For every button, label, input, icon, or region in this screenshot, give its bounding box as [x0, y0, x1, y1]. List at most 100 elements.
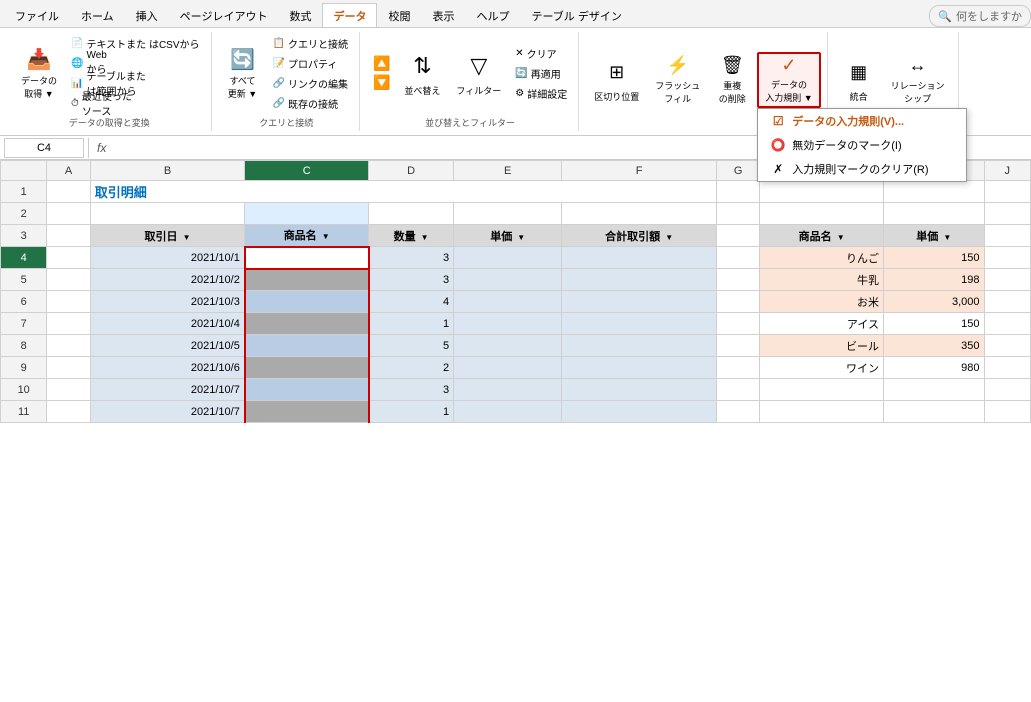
cell-I8[interactable]: 350 — [884, 335, 985, 357]
cell-G8[interactable] — [716, 335, 759, 357]
cell-I9[interactable]: 980 — [884, 357, 985, 379]
menu-item-clear-marks[interactable]: ✗ 入力規則マークのクリア(R) — [758, 157, 966, 181]
cell-G2[interactable] — [716, 203, 759, 225]
tab-data[interactable]: データ — [322, 3, 377, 27]
cell-D10[interactable]: 3 — [369, 379, 454, 401]
cell-E10[interactable] — [454, 379, 562, 401]
btn-recent-sources[interactable]: ⏱ 最近使ったソース — [66, 94, 205, 112]
cell-B2[interactable] — [90, 203, 245, 225]
tab-insert[interactable]: 挿入 — [125, 3, 169, 27]
cell-A10[interactable] — [47, 379, 90, 401]
cell-H11[interactable] — [760, 401, 884, 423]
cell-H4[interactable]: りんご — [760, 247, 884, 269]
cell-A9[interactable] — [47, 357, 90, 379]
cell-C11[interactable] — [245, 401, 369, 423]
cell-F4[interactable] — [562, 247, 717, 269]
tab-home[interactable]: ホーム — [70, 3, 125, 27]
btn-remove-duplicates[interactable]: 🗑 重複の削除 — [709, 52, 755, 108]
cell-C3[interactable]: 商品名 ▼ — [245, 225, 369, 247]
cell-D4[interactable]: 3 — [369, 247, 454, 269]
col-header-E[interactable]: E — [454, 161, 562, 181]
cell-J5[interactable] — [984, 269, 1030, 291]
cell-F3[interactable]: 合計取引額 ▼ — [562, 225, 717, 247]
cell-A8[interactable] — [47, 335, 90, 357]
cell-D11[interactable]: 1 — [369, 401, 454, 423]
cell-D5[interactable]: 3 — [369, 269, 454, 291]
cell-D9[interactable]: 2 — [369, 357, 454, 379]
cell-B9[interactable]: 2021/10/6 — [90, 357, 245, 379]
cell-D6[interactable]: 4 — [369, 291, 454, 313]
cell-B8[interactable]: 2021/10/5 — [90, 335, 245, 357]
col-header-A[interactable]: A — [47, 161, 90, 181]
cell-A2[interactable] — [47, 203, 90, 225]
btn-get-data[interactable]: 📥 データの取得 ▼ — [14, 45, 64, 101]
menu-item-invalid-mark[interactable]: ⭕ 無効データのマーク(I) — [758, 133, 966, 157]
cell-G4[interactable] — [716, 247, 759, 269]
btn-data-validation[interactable]: ✓ データの入力規則 ▼ — [757, 52, 820, 108]
cell-F11[interactable] — [562, 401, 717, 423]
header-F3-dropdown[interactable]: ▼ — [665, 233, 673, 242]
cell-D2[interactable] — [369, 203, 454, 225]
cell-I3[interactable]: 単価 ▼ — [884, 225, 985, 247]
cell-J11[interactable] — [984, 401, 1030, 423]
btn-sort-az[interactable]: 🔼 — [368, 55, 395, 73]
cell-I6[interactable]: 3,000 — [884, 291, 985, 313]
tab-help[interactable]: ヘルプ — [465, 3, 520, 27]
cell-B1[interactable]: 取引明細 — [90, 181, 716, 203]
cell-F10[interactable] — [562, 379, 717, 401]
cell-C8[interactable] — [245, 335, 369, 357]
cell-B5[interactable]: 2021/10/2 — [90, 269, 245, 291]
cell-H8[interactable]: ビール — [760, 335, 884, 357]
btn-reapply[interactable]: 🔄 再適用 — [510, 64, 572, 82]
cell-C5[interactable] — [245, 269, 369, 291]
cell-H2[interactable] — [760, 203, 884, 225]
cell-J9[interactable] — [984, 357, 1030, 379]
cell-H3[interactable]: 商品名 ▼ — [760, 225, 884, 247]
cell-I7[interactable]: 150 — [884, 313, 985, 335]
btn-properties[interactable]: 📝 プロパティ — [268, 54, 353, 72]
header-H3-dropdown[interactable]: ▼ — [837, 233, 845, 242]
cell-G6[interactable] — [716, 291, 759, 313]
cell-F7[interactable] — [562, 313, 717, 335]
btn-text-to-columns[interactable]: ⊞ 区切り位置 — [587, 52, 646, 108]
cell-H9[interactable]: ワイン — [760, 357, 884, 379]
cell-G10[interactable] — [716, 379, 759, 401]
btn-existing-connections[interactable]: 🔗 既存の接続 — [268, 94, 353, 112]
cell-H6[interactable]: お米 — [760, 291, 884, 313]
cell-F5[interactable] — [562, 269, 717, 291]
btn-queries-connections[interactable]: 📋 クエリと接続 — [268, 34, 353, 52]
cell-F6[interactable] — [562, 291, 717, 313]
col-header-D[interactable]: D — [369, 161, 454, 181]
cell-J3[interactable] — [984, 225, 1030, 247]
btn-sort-za[interactable]: 🔽 — [368, 74, 395, 92]
cell-A6[interactable] — [47, 291, 90, 313]
cell-F8[interactable] — [562, 335, 717, 357]
cell-F9[interactable] — [562, 357, 717, 379]
cell-A3[interactable] — [47, 225, 90, 247]
cell-G11[interactable] — [716, 401, 759, 423]
cell-B11[interactable]: 2021/10/7 — [90, 401, 245, 423]
cell-B4[interactable]: 2021/10/1 — [90, 247, 245, 269]
cell-B10[interactable]: 2021/10/7 — [90, 379, 245, 401]
cell-H1[interactable] — [760, 181, 884, 203]
search-box[interactable]: 🔍 何をしますか — [929, 5, 1031, 27]
cell-J6[interactable] — [984, 291, 1030, 313]
btn-edit-links[interactable]: 🔗 リンクの編集 — [268, 74, 353, 92]
cell-D7[interactable]: 1 — [369, 313, 454, 335]
header-I3-dropdown[interactable]: ▼ — [943, 233, 951, 242]
cell-F2[interactable] — [562, 203, 717, 225]
cell-E5[interactable] — [454, 269, 562, 291]
tab-pagelayout[interactable]: ページレイアウト — [169, 3, 279, 27]
col-header-G[interactable]: G — [716, 161, 759, 181]
cell-I1[interactable] — [884, 181, 985, 203]
cell-E7[interactable] — [454, 313, 562, 335]
cell-C10[interactable] — [245, 379, 369, 401]
cell-I11[interactable] — [884, 401, 985, 423]
header-B3-dropdown[interactable]: ▼ — [183, 233, 191, 242]
cell-A7[interactable] — [47, 313, 90, 335]
cell-H5[interactable]: 牛乳 — [760, 269, 884, 291]
cell-E11[interactable] — [454, 401, 562, 423]
cell-G1[interactable] — [716, 181, 759, 203]
header-E3-dropdown[interactable]: ▼ — [517, 233, 525, 242]
cell-J10[interactable] — [984, 379, 1030, 401]
